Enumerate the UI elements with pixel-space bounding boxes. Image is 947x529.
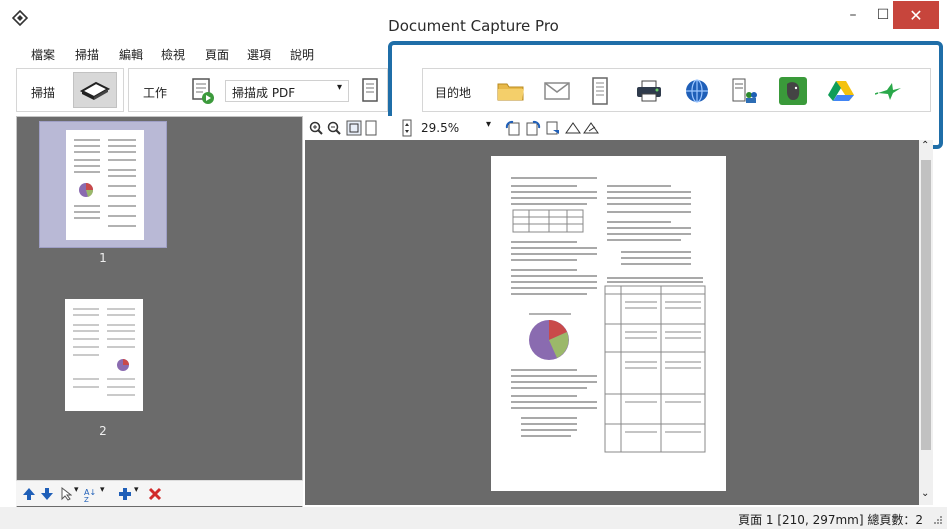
sharepoint-icon bbox=[732, 78, 757, 103]
menu-view[interactable]: 檢視 bbox=[161, 46, 185, 63]
hummingbird-icon bbox=[875, 83, 901, 100]
zoom-in-icon[interactable] bbox=[309, 121, 323, 135]
document-page bbox=[491, 156, 726, 491]
evernote-icon bbox=[779, 77, 807, 105]
job-list-icon bbox=[362, 78, 378, 102]
menu-options[interactable]: 選項 bbox=[247, 46, 271, 63]
thumbnail-number: 1 bbox=[99, 251, 107, 265]
viewer-toolbar: 29.5% ▾ bbox=[305, 116, 933, 140]
scanner-icon bbox=[80, 81, 110, 100]
svg-text:Z: Z bbox=[84, 496, 89, 502]
menu-scan[interactable]: 掃描 bbox=[75, 46, 99, 63]
job-group: 工作 掃描成 PDF ▾ bbox=[128, 68, 388, 112]
destination-web-button[interactable] bbox=[679, 75, 715, 107]
destination-hummingbird-button[interactable] bbox=[871, 75, 907, 107]
scan-label: 掃描 bbox=[31, 86, 56, 100]
fit-width-icon[interactable] bbox=[365, 120, 377, 136]
delete-icon[interactable] bbox=[148, 487, 162, 501]
destination-document-button[interactable] bbox=[583, 73, 617, 109]
google-drive-icon bbox=[828, 81, 854, 101]
destination-email-button[interactable] bbox=[539, 75, 575, 107]
toolbar: 掃描 工作 掃描成 PDF ▾ 目的地 bbox=[16, 68, 941, 114]
job-label: 工作 bbox=[143, 86, 168, 100]
destination-print-button[interactable] bbox=[631, 75, 667, 107]
destination-folder-button[interactable] bbox=[493, 75, 529, 107]
move-down-icon[interactable] bbox=[40, 487, 54, 501]
status-bar: 頁面 1 [210, 297mm] 總頁數：2 bbox=[0, 507, 947, 529]
thumbnail-page-2-content bbox=[73, 308, 135, 396]
job-list-button[interactable] bbox=[357, 75, 383, 107]
minimize-button[interactable]: – bbox=[836, 0, 870, 30]
thumbnail-page-1-content bbox=[74, 139, 136, 227]
destination-evernote-button[interactable] bbox=[775, 73, 811, 109]
scroll-up-icon[interactable]: ⌃ bbox=[921, 140, 929, 151]
menu-help[interactable]: 說明 bbox=[290, 46, 314, 63]
destination-sharepoint-button[interactable] bbox=[727, 73, 761, 109]
job-run-icon bbox=[192, 78, 214, 104]
job-settings-button[interactable] bbox=[189, 75, 217, 107]
menu-file[interactable]: 檔案 bbox=[31, 46, 55, 63]
chevron-down-icon: ▾ bbox=[485, 119, 491, 130]
select-cursor-icon[interactable] bbox=[60, 487, 72, 501]
page-size-icon bbox=[402, 119, 412, 137]
menu-page[interactable]: 頁面 bbox=[205, 46, 229, 63]
chevron-down-icon[interactable]: ▾ bbox=[134, 485, 139, 495]
scan-group: 掃描 bbox=[16, 68, 124, 112]
zoom-value: 29.5% bbox=[421, 121, 460, 135]
thumbnail-page-1[interactable] bbox=[66, 130, 144, 240]
web-icon bbox=[686, 79, 708, 103]
flip-icon[interactable] bbox=[545, 120, 561, 136]
close-button[interactable]: ✕ bbox=[893, 1, 939, 29]
title-bar: Document Capture Pro – ☐ ✕ bbox=[0, 0, 947, 38]
destination-group: 目的地 bbox=[422, 68, 931, 112]
document-icon bbox=[592, 77, 608, 105]
rotate-left-icon[interactable] bbox=[505, 120, 521, 136]
sort-icon[interactable]: A↓Z bbox=[84, 486, 98, 502]
menu-edit[interactable]: 編輯 bbox=[119, 46, 143, 63]
vertical-scrollbar[interactable]: ⌃ ⌄ bbox=[919, 140, 933, 505]
email-icon bbox=[544, 82, 570, 100]
rotate-right-icon[interactable] bbox=[525, 120, 541, 136]
thumbnail-page-2[interactable] bbox=[65, 299, 143, 411]
menu-bar: 檔案 掃描 編輯 檢視 頁面 選項 說明 bbox=[0, 42, 947, 66]
destination-google-drive-button[interactable] bbox=[823, 75, 859, 107]
chevron-down-icon: ▾ bbox=[336, 82, 342, 93]
scroll-down-icon[interactable]: ⌄ bbox=[921, 488, 929, 499]
fit-page-icon[interactable] bbox=[346, 120, 362, 136]
thumbnail-number: 2 bbox=[99, 424, 107, 438]
destination-label: 目的地 bbox=[435, 86, 472, 100]
thumbnail-selected-frame[interactable] bbox=[39, 121, 167, 248]
page-status: 頁面 1 [210, 297mm] 總頁數：2 bbox=[738, 513, 923, 527]
chevron-down-icon[interactable]: ▾ bbox=[100, 485, 105, 495]
document-page-content bbox=[511, 177, 706, 453]
printer-icon bbox=[637, 80, 661, 102]
window-title: Document Capture Pro bbox=[388, 17, 559, 35]
deskew-icon[interactable] bbox=[565, 121, 581, 135]
scan-button[interactable] bbox=[73, 72, 117, 108]
zoom-out-icon[interactable] bbox=[327, 121, 341, 135]
zoom-select[interactable]: 29.5% ▾ bbox=[417, 118, 495, 138]
deskew-all-icon[interactable] bbox=[583, 121, 599, 135]
move-up-icon[interactable] bbox=[22, 487, 36, 501]
chevron-down-icon[interactable]: ▾ bbox=[74, 485, 79, 495]
job-select[interactable]: 掃描成 PDF ▾ bbox=[225, 80, 349, 102]
thumbnail-panel[interactable]: 1 2 bbox=[16, 116, 303, 508]
job-select-value: 掃描成 PDF bbox=[232, 86, 296, 100]
scrollbar-thumb[interactable] bbox=[921, 160, 931, 450]
folder-icon bbox=[497, 83, 524, 101]
add-page-icon[interactable] bbox=[118, 487, 132, 501]
resize-grip-icon[interactable] bbox=[933, 515, 943, 525]
thumbnail-toolbar: ▾ A↓ Z ▾ ▾ bbox=[16, 480, 303, 506]
